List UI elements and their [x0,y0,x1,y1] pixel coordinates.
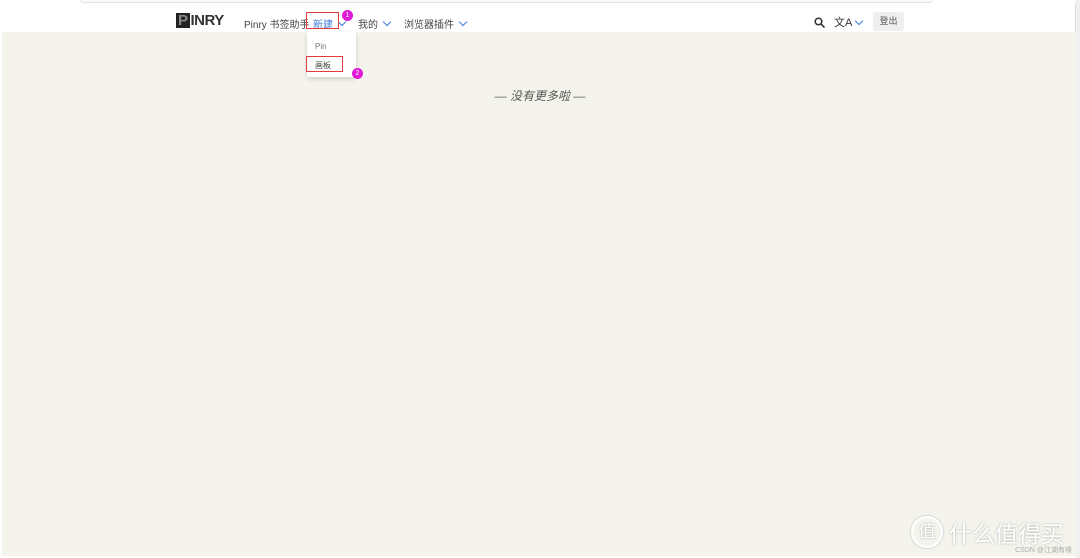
nav-mine[interactable]: 我的 [358,16,390,31]
watermark-logo-icon: 值 [911,516,943,548]
menu-item-pin[interactable]: Pin [315,42,327,51]
language-switcher[interactable]: 文A [834,14,862,30]
logo[interactable]: PINRY [176,12,224,29]
step-badge-1: 1 [342,10,353,21]
nav-browser-extension[interactable]: 浏览器插件 [404,16,466,31]
no-more-text: — 没有更多啦 — [0,87,1080,104]
translate-icon: 文A [834,14,852,30]
step-badge-2: 2 [352,68,363,79]
watermark: 值什么值得买 [911,515,1064,549]
highlight-box-new [306,12,339,29]
logout-button[interactable]: 登出 [873,12,904,31]
chevron-down-icon [459,18,467,26]
main-content [2,32,1076,556]
navbar: PINRY Pinry 书签助手 新建 我的 浏览器插件 文A 登出 [0,3,1076,32]
chevron-down-icon [855,16,863,24]
search-icon[interactable] [814,15,825,33]
nav-bookmarklet[interactable]: Pinry 书签助手 [244,16,310,31]
chevron-down-icon [383,18,391,26]
highlight-box-board [306,56,343,72]
scrollbar-edge [1076,0,1080,558]
watermark-credit: CSDN @江湖有缘 [1015,545,1072,555]
